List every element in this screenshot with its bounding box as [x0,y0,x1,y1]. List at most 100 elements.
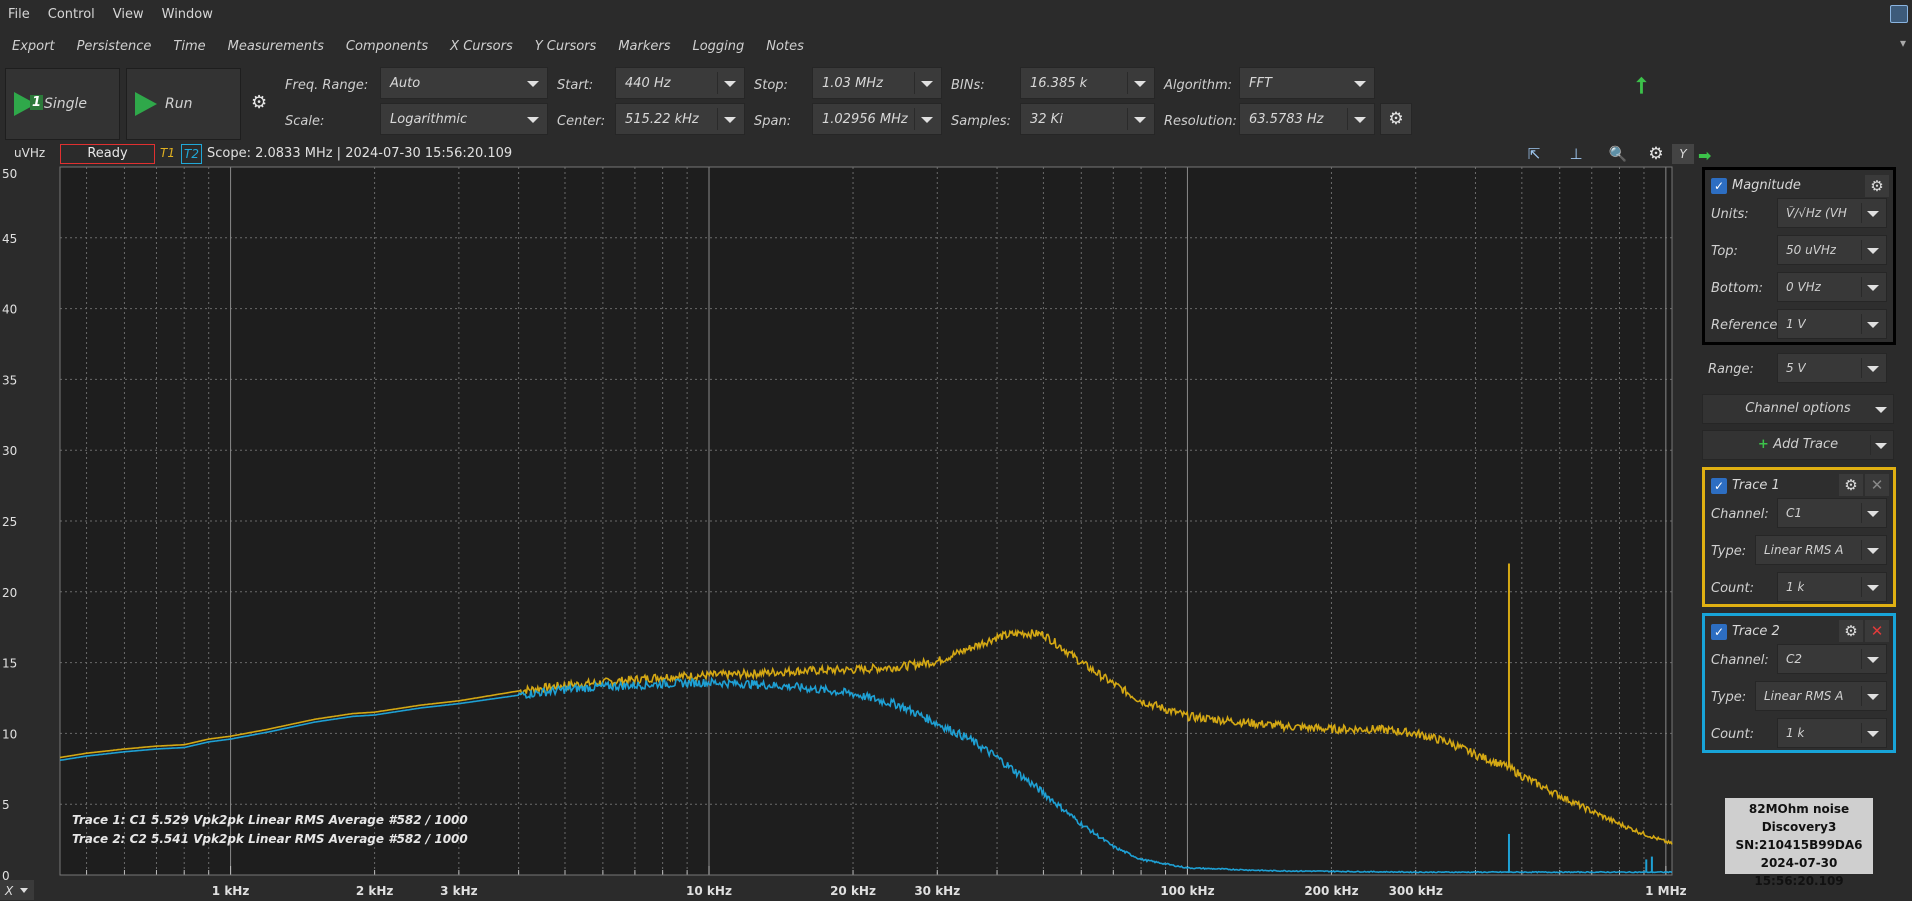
chevron-down-icon [1354,117,1366,123]
span-input[interactable]: 1.02956 MHz [812,103,942,135]
units-select[interactable]: V̄/√Hz (VH [1777,198,1887,228]
bottom-label: Bottom: [1711,281,1764,296]
align-icon[interactable]: ⊥ [1565,143,1587,165]
trace1-type-select[interactable]: Linear RMS A [1755,535,1887,565]
tab-measurements[interactable]: Measurements [217,39,335,54]
trace2-tag[interactable]: T2 [181,144,202,164]
tab-time[interactable]: Time [162,39,216,54]
arrow-right-icon[interactable]: ➡ [1698,146,1711,165]
chevron-down-icon[interactable]: ▾ [1900,36,1906,50]
fft-settings-button[interactable]: ⚙ [1380,103,1412,135]
chevron-down-icon [1867,322,1879,328]
window-dock-icon[interactable] [1890,5,1908,23]
trace1-checkbox[interactable]: ✓ [1711,478,1727,494]
close-icon[interactable]: ✕ [1865,620,1889,642]
start-input[interactable]: 440 Hz [615,67,745,99]
note-line: 2024-07-30 15:56:20.109 [1754,856,1844,888]
center-input[interactable]: 515.22 kHz [615,103,745,135]
resolution-label: Resolution: [1164,114,1237,129]
gear-icon[interactable]: ⚙ [1865,175,1889,197]
algorithm-select[interactable]: FFT [1239,67,1375,99]
plus-icon: + [1757,437,1774,452]
span-value: 1.02956 MHz [822,111,908,127]
chevron-down-icon [1867,211,1879,217]
trace2-checkbox[interactable]: ✓ [1711,624,1727,640]
stop-input[interactable]: 1.03 MHz [812,67,942,99]
range-value: 5 V [1786,361,1806,375]
tab-y-cursors[interactable]: Y Cursors [524,39,608,54]
channel-options-label: Channel options [1745,401,1851,416]
y-axis-button[interactable]: Y [1672,144,1694,164]
chevron-down-icon [1867,366,1879,372]
tab-persistence[interactable]: Persistence [66,39,163,54]
reference-value: 1 V [1786,317,1806,331]
gear-icon[interactable]: ⚙ [1645,143,1667,165]
trace1-count-input[interactable]: 1 k [1777,572,1887,602]
resolution-input[interactable]: 63.5783 Hz [1239,103,1375,135]
tab-components[interactable]: Components [335,39,439,54]
gear-icon[interactable]: ⚙ [1839,474,1863,496]
x-axis-button-label: X [4,884,14,898]
arrow-up-icon[interactable]: ⭡ [1636,74,1646,99]
zoom-icon[interactable]: 🔍 [1607,143,1629,165]
trace2-channel-value: C2 [1786,652,1803,666]
bins-input[interactable]: 16.385 k [1020,67,1155,99]
x-tick-label: 3 kHz [440,884,478,898]
trace2-count-input[interactable]: 1 k [1777,718,1887,748]
close-icon[interactable]: ✕ [1865,474,1889,496]
bottom-input[interactable]: 0 VHz [1777,272,1887,302]
magnitude-box: ✓ Magnitude ⚙ Units: V̄/√Hz (VH Top: 50 … [1702,167,1896,345]
y-tick-label: 40 [2,303,17,317]
reference-label: Reference: [1711,318,1782,333]
gear-icon[interactable]: ⚙ [251,92,267,113]
top-input[interactable]: 50 uVHz [1777,235,1887,265]
channel-options-button[interactable]: Channel options [1702,394,1894,424]
samples-label: Samples: [951,114,1011,129]
scale-select[interactable]: Logarithmic [380,103,548,135]
freq-range-select[interactable]: Auto [380,67,548,99]
run-label: Run [165,96,193,112]
plot-status-bar: uVHz Ready T1 T2 Scope: 2.0833 MHz | 202… [0,143,1912,165]
chevron-down-icon [1875,407,1887,413]
tab-export[interactable]: Export [0,39,66,54]
stop-value: 1.03 MHz [822,75,883,91]
menu-window[interactable]: Window [153,7,222,22]
gear-icon[interactable]: ⚙ [1839,620,1863,642]
trace1-tag[interactable]: T1 [160,146,175,160]
trace1-channel-select[interactable]: C1 [1777,498,1887,528]
samples-value: 32 Ki [1030,111,1063,127]
range-select[interactable]: 5 V [1777,353,1887,383]
note-line: 82MOhm noise [1748,802,1850,816]
add-trace-button[interactable]: + Add Trace [1702,430,1894,460]
x-tick-label: 100 kHz [1160,884,1214,898]
samples-input[interactable]: 32 Ki [1020,103,1155,135]
spectrum-plot[interactable]: 0 5 10 15 20 25 30 35 40 45 50 1 kHz 2 kHz 3 kHz 10 k… [0,166,1686,901]
y-tick-label: 30 [2,444,17,458]
x-tick-label: 10 kHz [686,884,732,898]
menu-view[interactable]: View [104,7,153,22]
legend-trace2: Trace 2: C2 5.541 Vpk2pk Linear RMS Aver… [72,832,468,846]
chevron-down-icon [724,81,736,87]
trace1-count-value: 1 k [1786,580,1805,594]
trace2-type-select[interactable]: Linear RMS A [1755,681,1887,711]
chevron-down-icon [1134,117,1146,123]
run-button[interactable]: Run [126,68,241,140]
menu-file[interactable]: File [0,7,39,22]
tab-logging[interactable]: Logging [681,39,755,54]
spectrum-chart[interactable]: 05101520253035404550 1 kHz 2 kHz 3 kHz 10 k… [0,166,1686,901]
tab-markers[interactable]: Markers [607,39,681,54]
reference-input[interactable]: 1 V [1777,309,1887,339]
tab-notes[interactable]: Notes [755,39,815,54]
menu-control[interactable]: Control [39,7,104,22]
tab-x-cursors[interactable]: X Cursors [439,39,524,54]
magnitude-title: Magnitude [1732,178,1801,193]
chevron-down-icon [1867,694,1879,700]
magnitude-checkbox[interactable]: ✓ [1711,178,1727,194]
single-button[interactable]: 1 Single [5,68,120,140]
trace2-channel-select[interactable]: C2 [1777,644,1887,674]
start-label: Start: [557,78,594,93]
trace1-channel-value: C1 [1786,506,1803,520]
freq-range-label: Freq. Range: [285,78,369,93]
autoscale-icon[interactable]: ⇱ [1523,143,1545,165]
legend-trace1: Trace 1: C1 5.529 Vpk2pk Linear RMS Aver… [72,813,468,827]
